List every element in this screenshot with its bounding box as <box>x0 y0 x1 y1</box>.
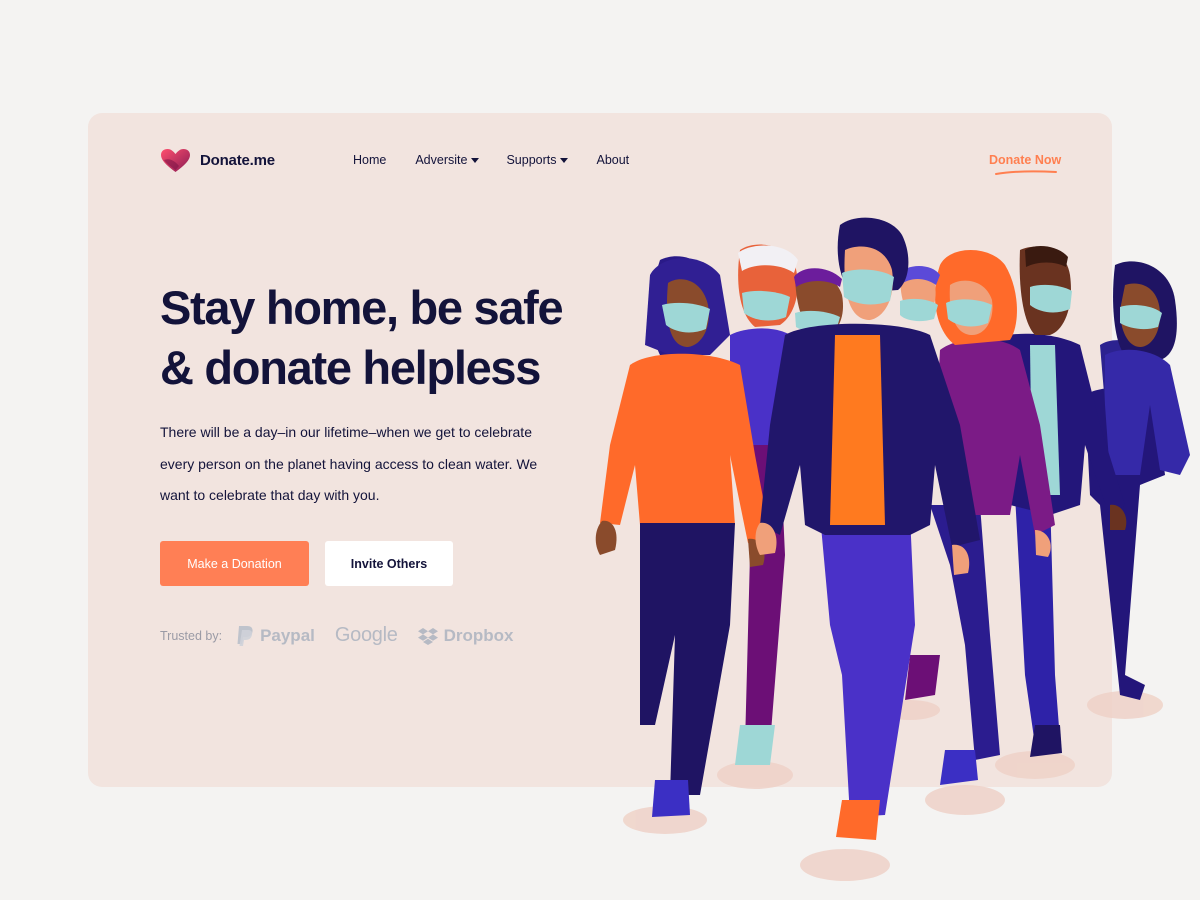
nav-item-label: Home <box>353 153 387 167</box>
underline-stroke <box>995 170 1057 175</box>
nav-item-about[interactable]: About <box>596 153 629 167</box>
dropbox-icon <box>417 627 438 645</box>
trusted-by-row: Trusted by: Paypal Google Dropbox <box>160 624 533 647</box>
trusted-label: Trusted by: <box>160 628 223 643</box>
brand-logo[interactable]: Donate.me <box>160 148 275 173</box>
invite-others-button[interactable]: Invite Others <box>325 541 453 586</box>
description-line-3: want to celebrate that day with you. <box>160 487 380 503</box>
nav-item-adversite[interactable]: Adversite <box>415 153 480 167</box>
google-name: Google <box>334 624 398 646</box>
paypal-name: Paypal <box>260 625 315 645</box>
google-logo: Google <box>335 624 398 647</box>
paypal-logo: Paypal <box>236 625 315 647</box>
nav-item-supports[interactable]: Supports <box>506 153 569 167</box>
make-donation-button[interactable]: Make a Donation <box>160 541 309 586</box>
donate-now-link[interactable]: Donate Now <box>989 153 1061 167</box>
masked-people-walking-illustration <box>595 217 1190 881</box>
headline-line-1: Stay home, be safe <box>160 281 564 334</box>
description-line-1: There will be a day–in our lifetime–when… <box>160 424 532 440</box>
caret-down-icon <box>560 157 569 163</box>
hero-headline: Stay home, be safe & donate helpless <box>160 278 620 398</box>
dropbox-logo: Dropbox <box>417 625 514 646</box>
headline-line-2: & donate helpless <box>160 341 541 394</box>
brand-name: Donate.me <box>200 152 275 169</box>
paypal-icon <box>237 625 253 646</box>
main-nav: Home Adversite Supports About <box>353 153 629 167</box>
heart-logo-icon <box>161 149 190 172</box>
description-line-2: every person on the planet having access… <box>160 455 538 472</box>
hero-description: There will be a day–in our lifetime–when… <box>160 417 560 512</box>
dropbox-name: Dropbox <box>443 625 514 645</box>
nav-item-label: Adversite <box>415 153 468 167</box>
nav-item-label: About <box>596 153 630 167</box>
caret-down-icon <box>471 157 480 163</box>
nav-item-home[interactable]: Home <box>353 153 386 167</box>
nav-item-label: Supports <box>506 153 557 167</box>
